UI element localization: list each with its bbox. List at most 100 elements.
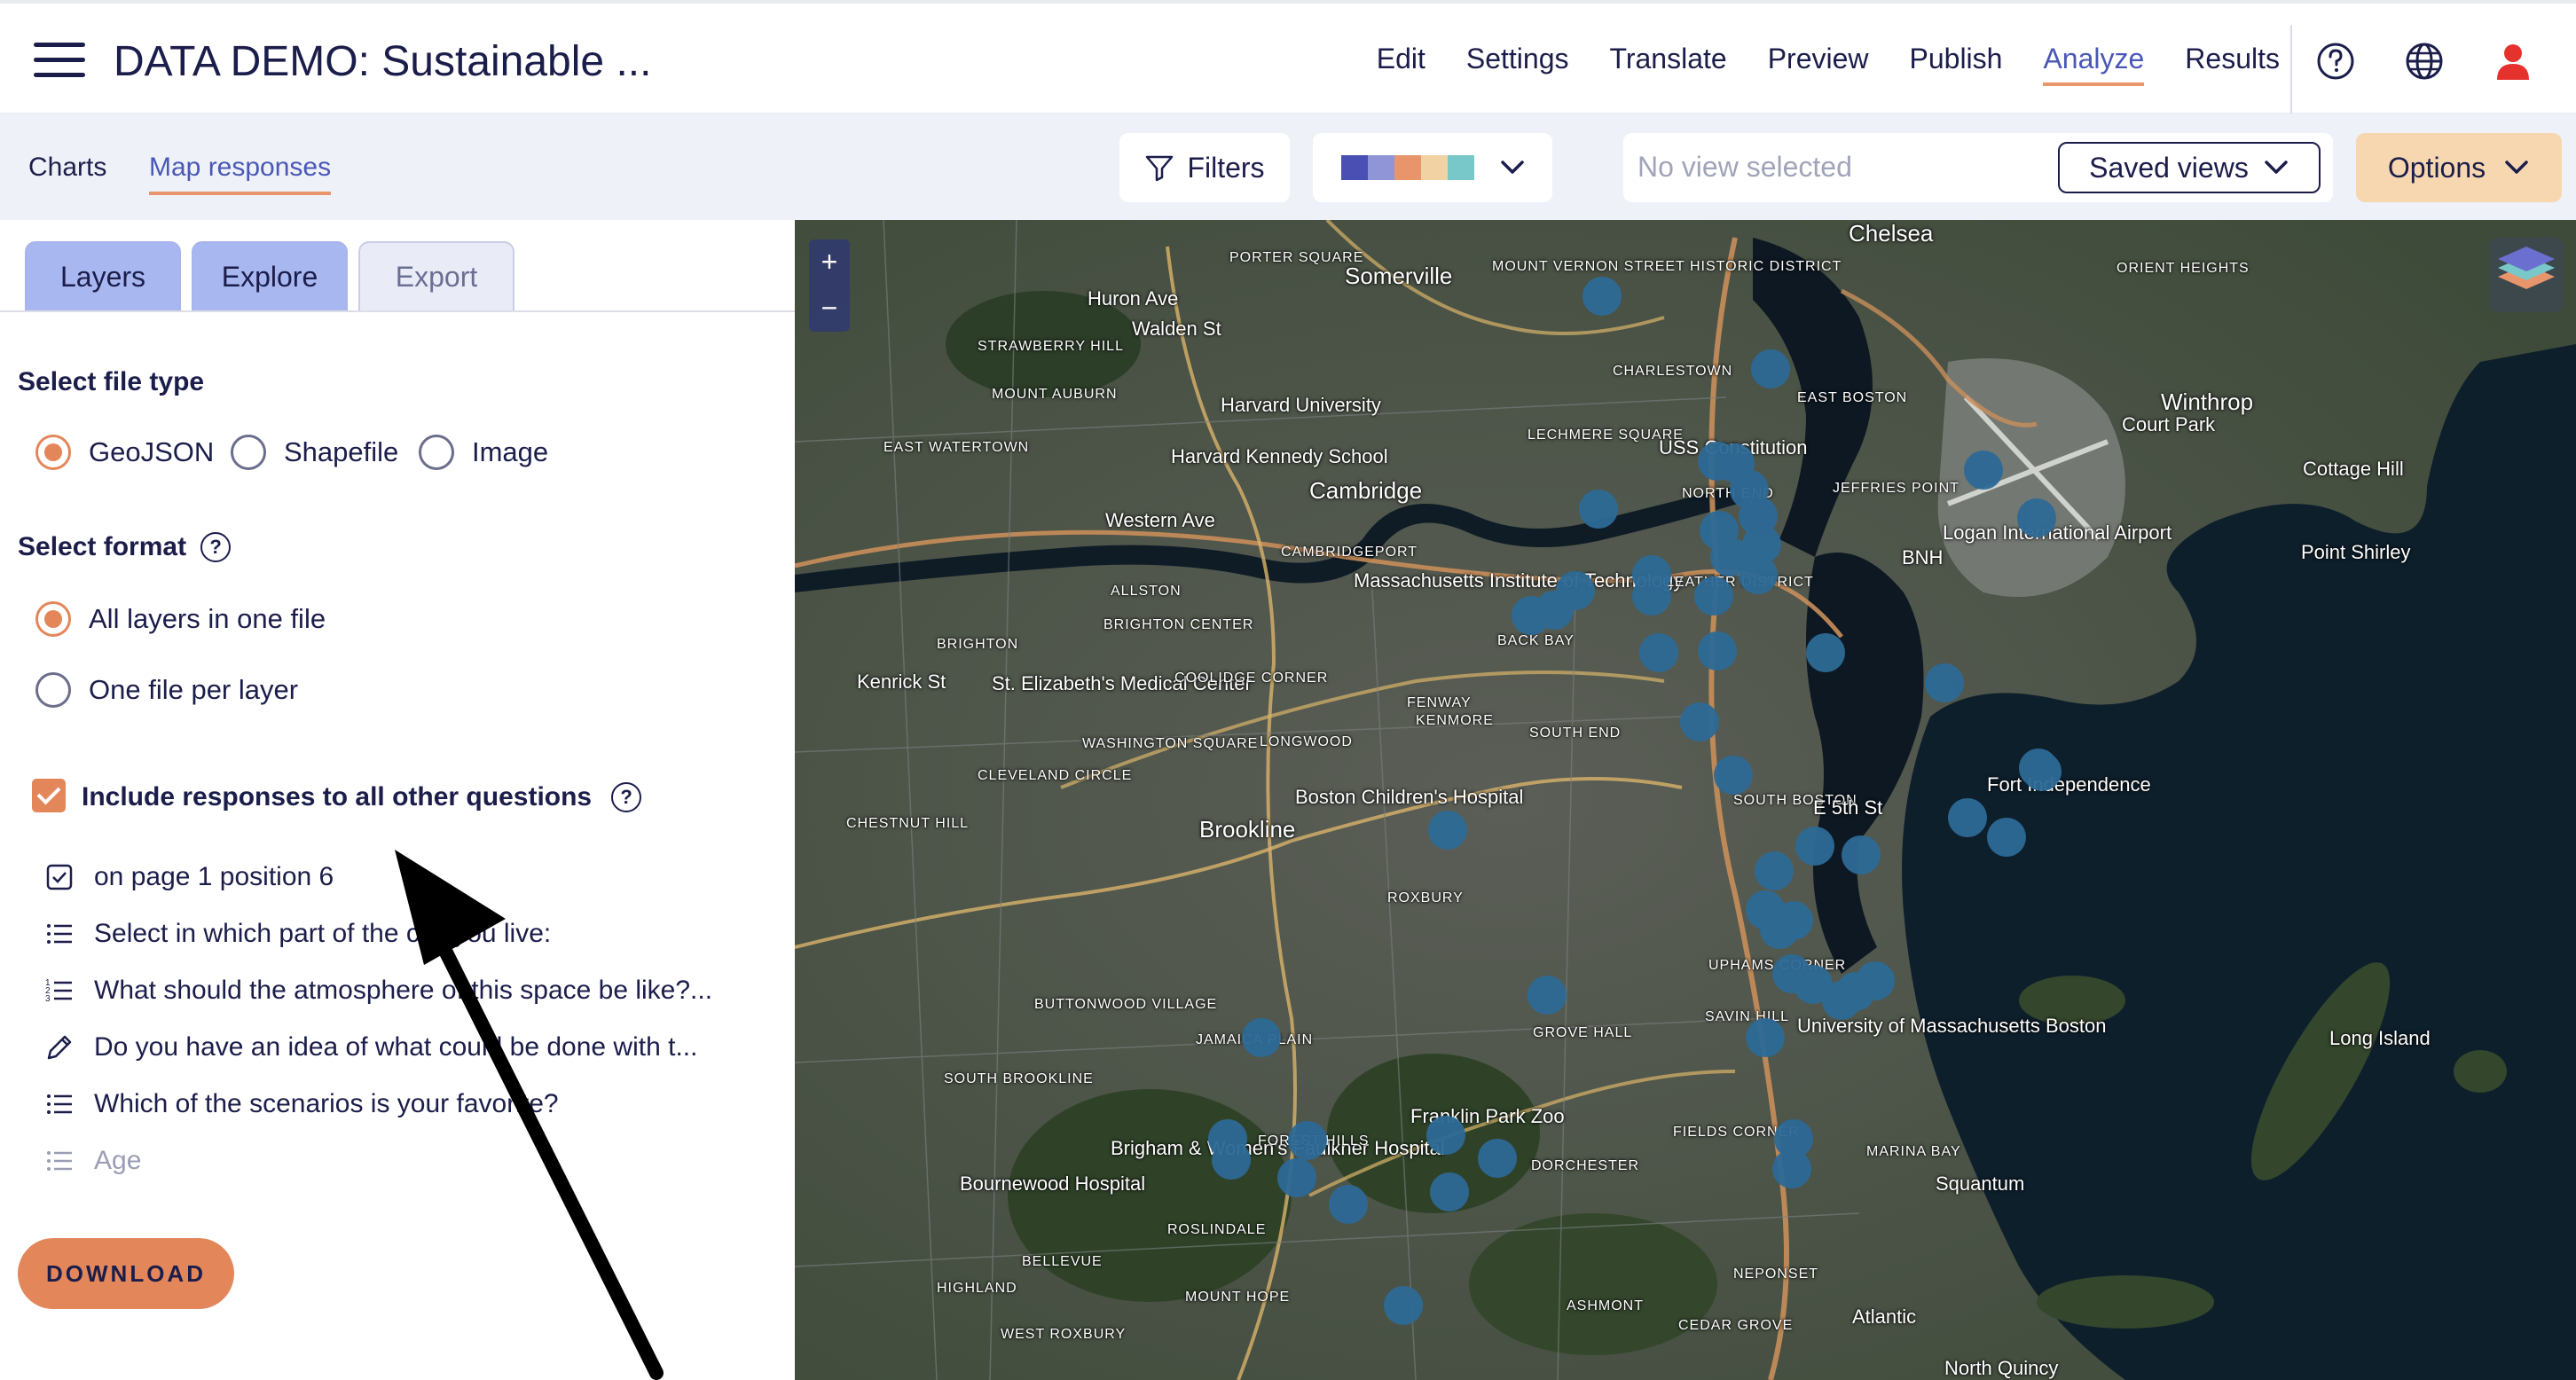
format-heading: Select format ? (18, 532, 232, 562)
response-marker (1639, 633, 1678, 672)
response-marker (1755, 851, 1794, 890)
filter-icon (1146, 155, 1174, 182)
response-marker (1746, 1018, 1785, 1057)
color-palette-dropdown[interactable] (1313, 133, 1552, 202)
include-responses-heading: Include responses to all other questions… (82, 782, 642, 812)
nav-preview[interactable]: Preview (1768, 43, 1869, 86)
saved-views-label: Saved views (2089, 151, 2249, 184)
radio-label: GeoJSON (89, 436, 215, 467)
filters-button[interactable]: Filters (1119, 133, 1290, 202)
response-marker (1698, 631, 1737, 670)
response-marker (1795, 827, 1834, 866)
radio-image[interactable]: Image (419, 435, 548, 470)
response-marker (1277, 1158, 1316, 1197)
question-text: Age (94, 1146, 142, 1175)
list-icon (47, 924, 72, 944)
nav-analyze[interactable]: Analyze (2043, 43, 2145, 86)
chevron-down-icon (1501, 161, 1524, 174)
zoom-in-button[interactable]: + (809, 239, 850, 284)
include-responses-label: Include responses to all other questions (82, 782, 593, 812)
radio-button[interactable] (35, 672, 71, 708)
help-icon[interactable] (2315, 41, 2356, 82)
annotation-arrow-icon (395, 850, 664, 1380)
radio-geojson[interactable]: GeoJSON (35, 435, 214, 470)
response-marker (1384, 1286, 1423, 1325)
checkbox-icon (46, 864, 73, 890)
layers-toggle-button[interactable] (2489, 238, 2564, 312)
response-marker (1426, 1116, 1465, 1155)
response-marker (1772, 1149, 1811, 1188)
tab-charts[interactable]: Charts (28, 153, 106, 192)
view-selector[interactable]: No view selected Saved views (1623, 133, 2333, 202)
options-label: Options (2387, 151, 2486, 184)
radio-button[interactable] (419, 435, 454, 470)
response-marker (1579, 490, 1618, 529)
nav-settings[interactable]: Settings (1466, 43, 1569, 86)
tab-underline (0, 310, 795, 312)
radio-label: Shapefile (284, 436, 399, 467)
options-button[interactable]: Options (2356, 133, 2562, 202)
download-button[interactable]: DOWNLOAD (18, 1238, 234, 1309)
response-marker (1512, 596, 1551, 635)
pencil-icon (47, 1035, 72, 1060)
include-responses-checkbox[interactable] (32, 779, 66, 812)
help-icon[interactable]: ? (611, 782, 642, 812)
help-icon[interactable]: ? (200, 532, 232, 562)
palette-swatch (1341, 155, 1368, 180)
list-item: on page 1 position 6 (44, 862, 334, 892)
export-panel: Layers Explore Export Select file type G… (0, 220, 795, 1380)
response-marker (2017, 498, 2056, 537)
radio-button[interactable] (35, 435, 71, 470)
radio-one-file-per-layer[interactable]: One file per layer (35, 672, 298, 708)
response-marker (2019, 749, 2058, 788)
tab-explore[interactable]: Explore (192, 241, 348, 310)
radio-label: One file per layer (89, 674, 299, 705)
radio-button[interactable] (35, 601, 71, 637)
nav-translate[interactable]: Translate (1609, 43, 1726, 86)
response-marker (1632, 555, 1671, 594)
zoom-out-button[interactable]: − (809, 286, 850, 330)
response-marker (1329, 1185, 1368, 1224)
response-marker (1680, 702, 1719, 741)
tab-map-responses[interactable]: Map responses (149, 153, 332, 195)
map-view[interactable]: Somerville Chelsea Cambridge Brookline W… (795, 220, 2576, 1380)
response-marker (1478, 1139, 1517, 1178)
radio-shapefile[interactable]: Shapefile (231, 435, 398, 470)
response-marker (1948, 798, 1987, 837)
layers-icon (2498, 247, 2555, 289)
user-icon[interactable] (2493, 41, 2533, 82)
response-marker (1694, 576, 1733, 616)
response-marker (1288, 1121, 1327, 1160)
palette-swatch (1394, 155, 1421, 180)
radio-all-layers[interactable]: All layers in one file (35, 601, 326, 637)
globe-icon[interactable] (2404, 41, 2445, 82)
ranked-list-icon: 1 2 3 (45, 978, 72, 1004)
chevron-down-icon (2265, 161, 2288, 174)
response-marker (1760, 910, 1799, 949)
saved-views-button[interactable]: Saved views (2058, 142, 2321, 193)
radio-label: Image (472, 436, 549, 467)
response-marker (1964, 451, 2003, 490)
chevron-down-icon (2505, 161, 2528, 174)
response-marker (1842, 835, 1881, 874)
response-marker (1583, 277, 1622, 316)
hamburger-menu-icon[interactable] (34, 39, 85, 80)
view-placeholder: No view selected (1637, 151, 1852, 183)
response-marker (1751, 349, 1790, 388)
response-marker (1925, 663, 1964, 702)
response-marker (1710, 537, 1749, 576)
response-marker (1212, 1141, 1251, 1180)
nav-edit[interactable]: Edit (1377, 43, 1425, 86)
palette-swatch (1368, 155, 1394, 180)
response-marker (1987, 818, 2026, 857)
radio-button[interactable] (231, 435, 266, 470)
radio-label: All layers in one file (89, 603, 326, 634)
question-text: on page 1 position 6 (94, 862, 334, 891)
file-type-label: Select file type (18, 367, 205, 396)
tab-export[interactable]: Export (358, 241, 514, 310)
tab-layers[interactable]: Layers (25, 241, 181, 310)
list-icon (47, 1151, 72, 1171)
project-title: DATA DEMO: Sustainable ... (114, 38, 652, 85)
nav-publish[interactable]: Publish (1910, 43, 2003, 86)
nav-results[interactable]: Results (2185, 43, 2280, 86)
